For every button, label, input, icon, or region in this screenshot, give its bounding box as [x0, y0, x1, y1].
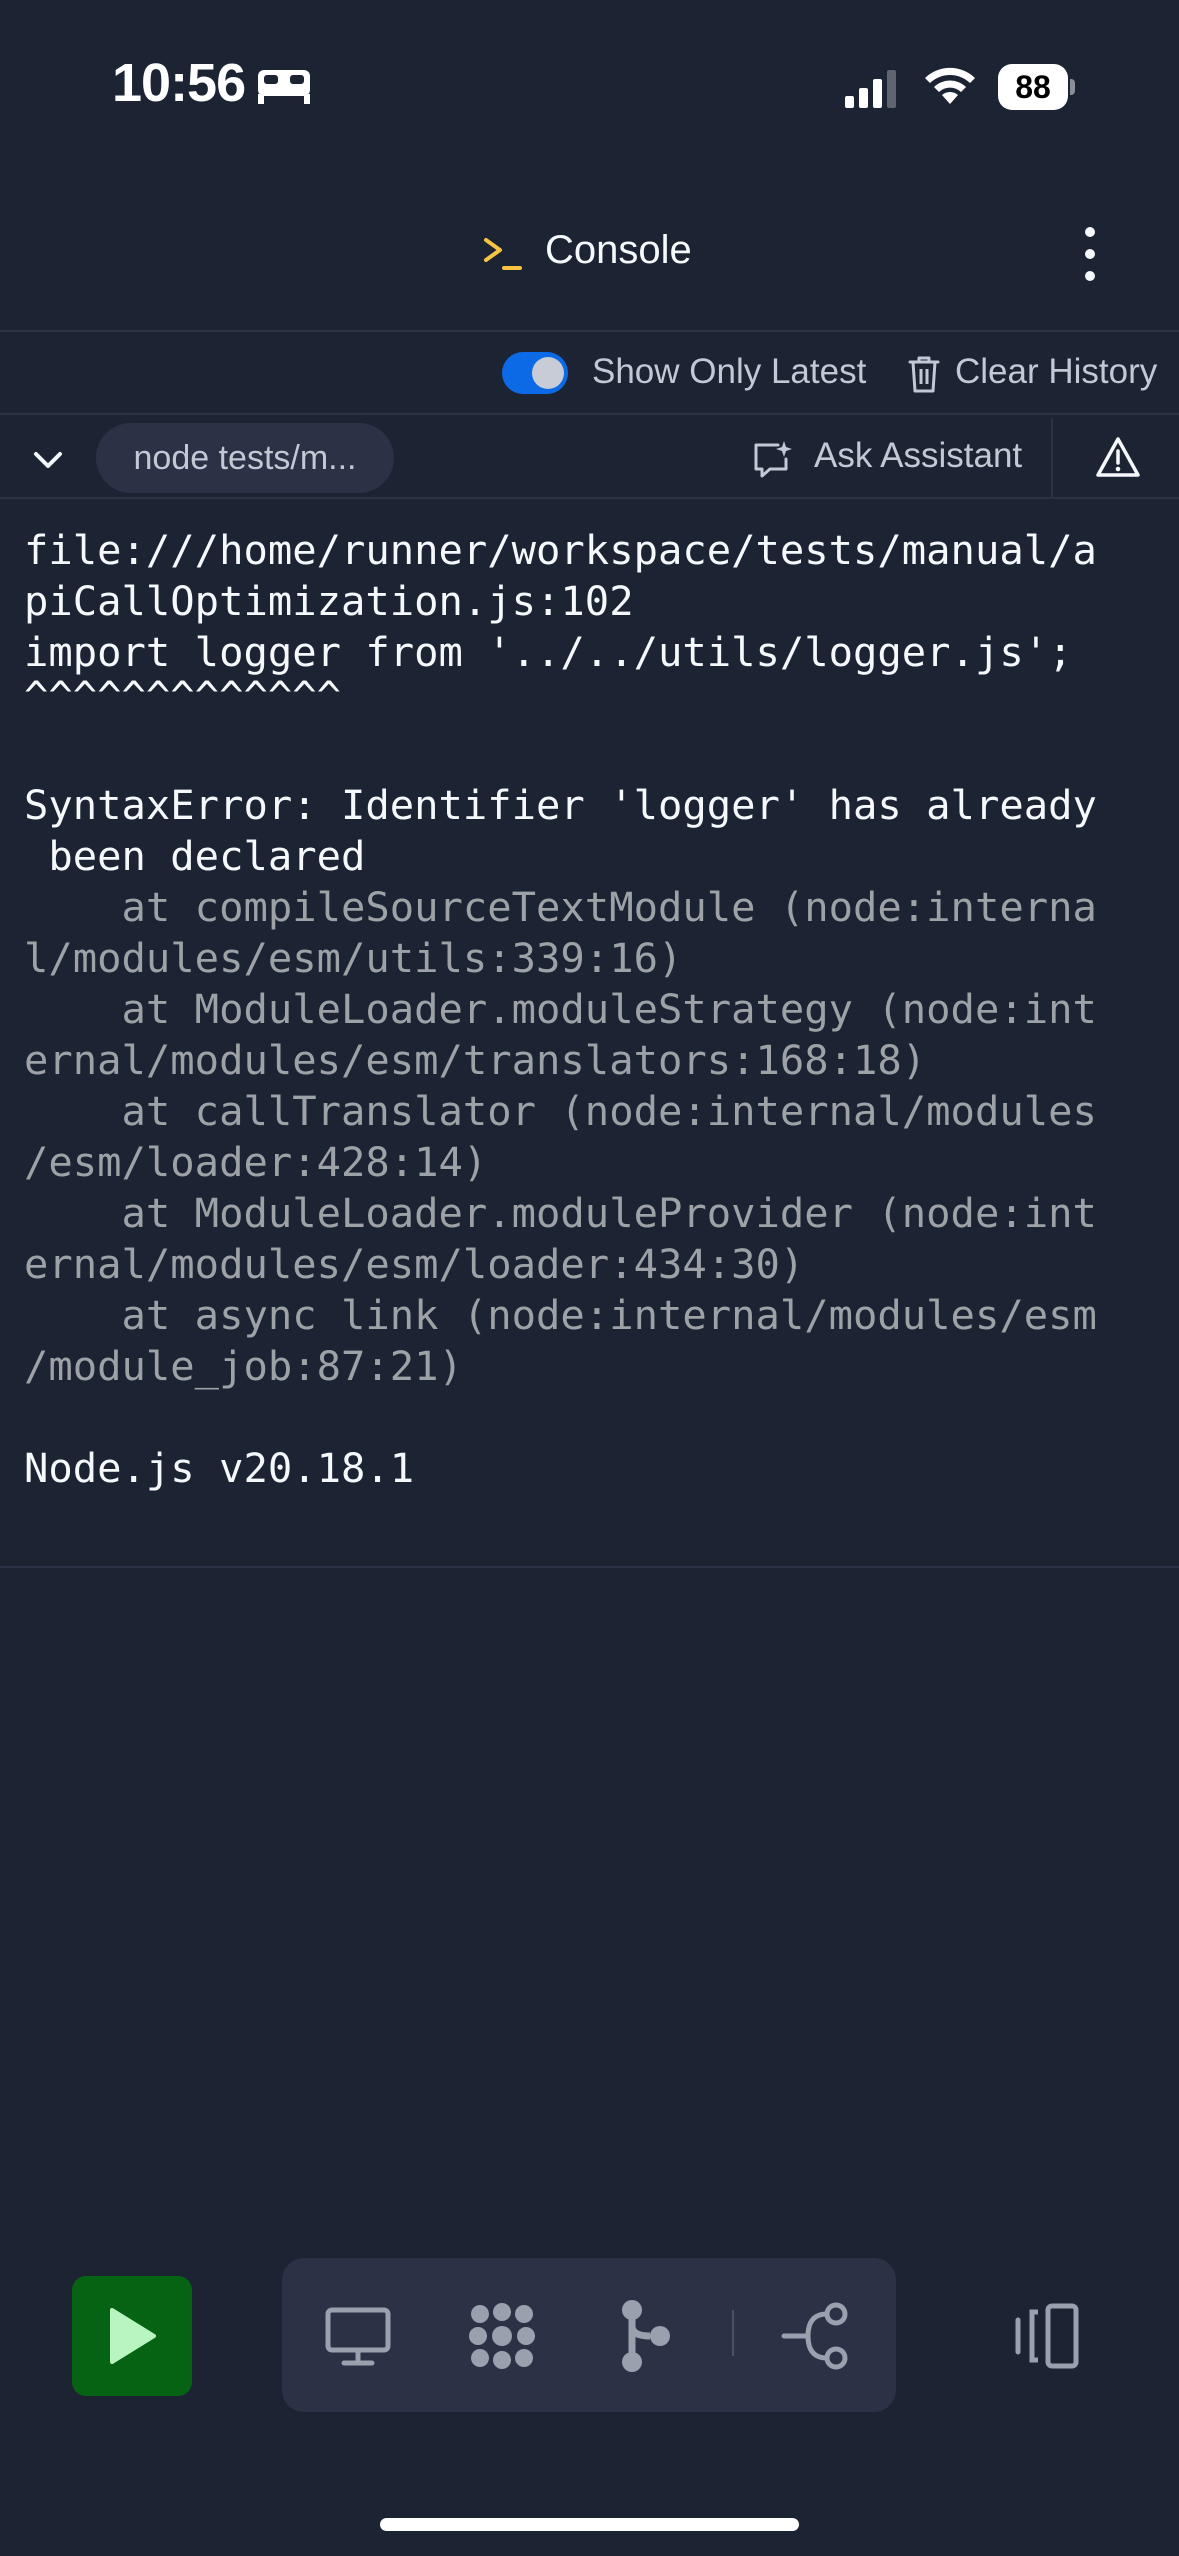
stack-trace-line: at async link (node:internal/modules/esm — [24, 1291, 1097, 1339]
stack-trace-line: /module_job:87:21) — [24, 1342, 463, 1390]
stack-trace-line: at ModuleLoader.moduleProvider (node:int — [24, 1189, 1097, 1237]
battery-level: 88 — [998, 64, 1068, 110]
kebab-menu-icon[interactable] — [1068, 222, 1112, 286]
command-tab[interactable]: node tests/m... — [96, 423, 394, 493]
clear-history-button[interactable]: Clear History — [955, 352, 1157, 392]
stack-trace-line: /esm/loader:428:14) — [24, 1138, 488, 1186]
trash-icon[interactable] — [906, 354, 942, 394]
stack-trace-line: ernal/modules/esm/translators:168:18) — [24, 1036, 927, 1084]
console-prompt-icon — [484, 238, 522, 270]
extensions-icon[interactable] — [462, 2296, 542, 2376]
cellular-signal-icon — [845, 70, 896, 108]
home-indicator — [380, 2518, 799, 2531]
workflow-icon[interactable] — [778, 2296, 858, 2376]
run-button[interactable] — [72, 2276, 192, 2396]
status-time: 10:56 — [112, 53, 246, 113]
console-output: file:///home/runner/workspace/tests/manu… — [24, 525, 1164, 1494]
assistant-chat-icon[interactable] — [752, 439, 792, 479]
error-message: SyntaxError: Identifier 'logger' has alr… — [24, 781, 1097, 829]
stack-trace-line: l/modules/esm/utils:339:16) — [24, 934, 683, 982]
show-only-latest-toggle[interactable] — [502, 352, 568, 394]
output-line: piCallOptimization.js:102 — [24, 577, 634, 625]
divider — [0, 497, 1179, 499]
show-only-latest-label: Show Only Latest — [592, 352, 867, 391]
node-version: Node.js v20.18.1 — [24, 1444, 415, 1492]
battery-icon: 88 — [998, 64, 1076, 110]
monitor-icon[interactable] — [318, 2296, 398, 2376]
divider — [0, 413, 1179, 415]
panels-icon[interactable] — [1008, 2298, 1084, 2374]
wifi-icon — [925, 67, 975, 104]
divider — [1051, 418, 1053, 498]
output-line: file:///home/runner/workspace/tests/manu… — [24, 526, 1097, 574]
divider — [0, 330, 1179, 332]
chevron-down-icon[interactable] — [28, 440, 68, 480]
divider — [0, 1566, 1179, 1568]
stack-trace-line: at callTranslator (node:internal/modules — [24, 1087, 1097, 1135]
error-message: been declared — [24, 832, 366, 880]
divider — [732, 2310, 734, 2356]
bed-icon — [258, 70, 310, 104]
page-title: Console — [545, 228, 692, 272]
ask-assistant-button[interactable]: Ask Assistant — [814, 436, 1022, 476]
output-line: ^^^^^^^^^^^^^ — [24, 678, 341, 720]
warning-icon[interactable] — [1095, 436, 1141, 478]
stack-trace-line: ernal/modules/esm/loader:434:30) — [24, 1240, 805, 1288]
git-icon[interactable] — [606, 2296, 686, 2376]
output-line: import logger from '../../utils/logger.j… — [24, 628, 1073, 676]
play-icon — [110, 2308, 156, 2364]
stack-trace-line: at ModuleLoader.moduleStrategy (node:int — [24, 985, 1097, 1033]
stack-trace-line: at compileSourceTextModule (node:interna — [24, 883, 1097, 931]
